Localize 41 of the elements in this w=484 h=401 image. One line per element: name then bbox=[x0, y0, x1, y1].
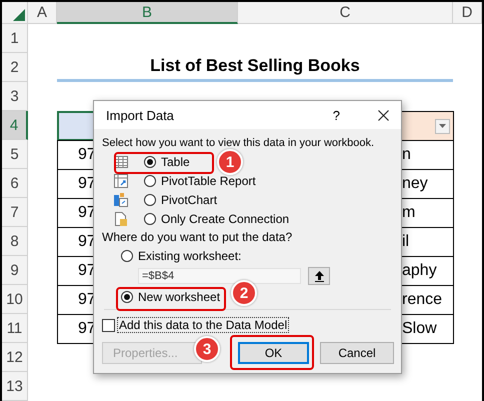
row-header[interactable]: 6 bbox=[2, 169, 28, 198]
radio-button[interactable] bbox=[121, 290, 133, 302]
radio-button[interactable] bbox=[144, 212, 156, 224]
sheet-title: List of Best Selling Books bbox=[57, 53, 453, 82]
select-all-icon[interactable] bbox=[13, 9, 25, 21]
column-header[interactable]: D bbox=[453, 2, 482, 24]
pivot-chart-icon bbox=[114, 192, 128, 206]
row-header[interactable]: 4 bbox=[2, 111, 28, 140]
dropdown-icon bbox=[439, 124, 446, 128]
dialog-button[interactable]: Cancel bbox=[320, 342, 394, 364]
dialog-button[interactable]: OK bbox=[238, 342, 309, 364]
row-header[interactable]: 2 bbox=[2, 53, 28, 82]
row-header[interactable]: 8 bbox=[2, 227, 28, 256]
checkbox-label[interactable]: Add this data to the Data Model bbox=[117, 317, 290, 333]
row-header[interactable]: 5 bbox=[2, 140, 28, 169]
column-header[interactable]: C bbox=[238, 2, 453, 24]
radio-button[interactable] bbox=[144, 194, 156, 206]
filter-button[interactable] bbox=[435, 118, 450, 134]
radio-button[interactable] bbox=[144, 174, 156, 186]
row-header[interactable]: 9 bbox=[2, 256, 28, 285]
checkbox[interactable] bbox=[102, 318, 115, 332]
document-icon bbox=[114, 212, 128, 226]
radio-button[interactable] bbox=[121, 250, 133, 262]
option-label[interactable]: New worksheet bbox=[138, 290, 220, 304]
option-label[interactable]: Table bbox=[161, 154, 190, 168]
help-button[interactable]: ? bbox=[332, 108, 340, 122]
row-header[interactable]: 13 bbox=[2, 372, 28, 401]
row-header[interactable]: 3 bbox=[2, 82, 28, 111]
row-header[interactable]: 12 bbox=[2, 343, 28, 372]
row-header[interactable]: 7 bbox=[2, 198, 28, 227]
pivot-table-icon bbox=[114, 174, 128, 188]
up-arrow-icon bbox=[314, 270, 324, 282]
row-header[interactable]: 1 bbox=[2, 24, 28, 53]
dialog-title: Import Data bbox=[106, 108, 175, 122]
radio-button[interactable] bbox=[144, 156, 156, 168]
column-header[interactable]: A bbox=[28, 2, 57, 24]
row-header[interactable]: 10 bbox=[2, 285, 28, 314]
close-icon[interactable] bbox=[378, 110, 389, 120]
row-header[interactable]: 11 bbox=[2, 314, 28, 343]
column-header[interactable]: B bbox=[57, 2, 238, 24]
collapse-button[interactable] bbox=[308, 267, 330, 285]
